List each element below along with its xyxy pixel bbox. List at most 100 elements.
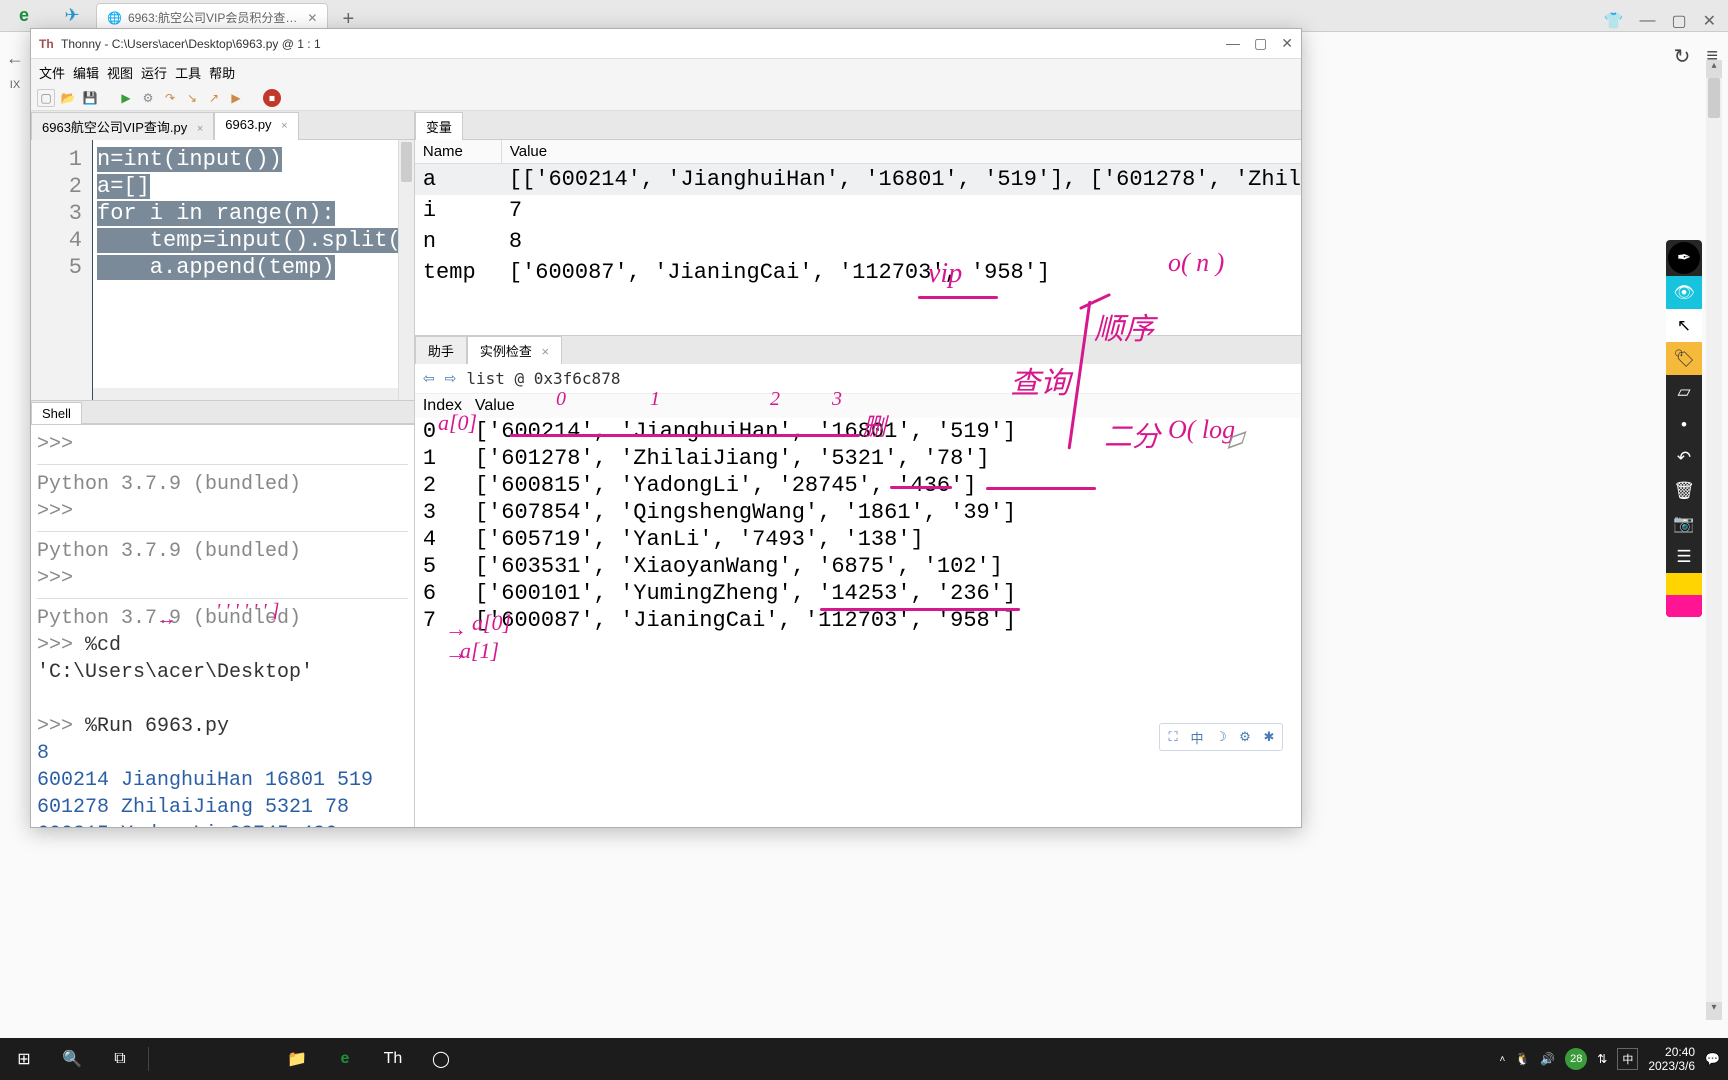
edge-icon[interactable]: e — [321, 1038, 369, 1080]
list-item[interactable]: 0['600214', 'JianghuiHan', '16801', '519… — [415, 418, 1301, 445]
menu-help[interactable]: 帮助 — [209, 63, 235, 82]
list-item[interactable]: 3['607854', 'QingshengWang', '1861', '39… — [415, 499, 1301, 526]
gear-icon[interactable]: ⚙ — [1236, 728, 1254, 746]
ime-icon[interactable]: 中 — [1617, 1048, 1638, 1070]
edge-home-icon[interactable]: e — [0, 0, 48, 31]
eraser-icon[interactable]: ▱ — [1666, 375, 1702, 408]
list-item[interactable]: 4['605719', 'YanLi', '7493', '138'] — [415, 526, 1301, 553]
tab-close-icon[interactable]: × — [542, 344, 550, 359]
inspect-toolbar: ⇦ ⇨ list @ 0x3f6c878 Data Attribu — [415, 364, 1301, 394]
fullscreen-icon[interactable]: ⛶ — [1164, 728, 1182, 746]
telegram-icon[interactable]: ✈ — [48, 0, 96, 31]
menu-file[interactable]: 文件 — [39, 63, 65, 82]
eye-icon[interactable]: 👁 — [1666, 276, 1702, 309]
debug-button[interactable]: ⚙ — [139, 89, 157, 107]
shell-output: 600815 YadongLi 28745 436 — [37, 821, 408, 827]
volume-icon[interactable]: 🔊 — [1540, 1052, 1555, 1066]
new-file-button[interactable]: ▢ — [37, 89, 55, 107]
list-item[interactable]: 6['600101', 'YumingZheng', '14253', '236… — [415, 580, 1301, 607]
explorer-icon[interactable]: 📁 — [273, 1038, 321, 1080]
tab-close-icon[interactable]: × — [281, 120, 287, 132]
lines-icon[interactable]: ☰ — [1666, 540, 1702, 573]
variables-table[interactable]: Name Value a [['600214', 'JianghuiHan', … — [415, 140, 1301, 335]
tray-up-icon[interactable]: ˄ — [1500, 1054, 1506, 1065]
undo-icon[interactable]: ↶ — [1666, 441, 1702, 474]
run-button[interactable]: ▶ — [117, 89, 135, 107]
thonny-minimize[interactable]: — — [1226, 35, 1240, 52]
network-icon[interactable]: ⇅ — [1597, 1052, 1607, 1066]
inspect-body[interactable]: 0['600214', 'JianghuiHan', '16801', '519… — [415, 418, 1301, 827]
list-item[interactable]: 2['600815', 'YadongLi', '28745', '436'] — [415, 472, 1301, 499]
thonny-titlebar[interactable]: Th Thonny - C:\Users\acer\Desktop\6963.p… — [31, 29, 1301, 59]
code-editor[interactable]: 12345 n=int(input()) a=[] for i in range… — [31, 140, 414, 400]
reload-icon[interactable]: ↻ — [1674, 44, 1691, 69]
object-address: list @ 0x3f6c878 — [466, 369, 620, 388]
thonny-window: Th Thonny - C:\Users\acer\Desktop\6963.p… — [30, 28, 1302, 828]
list-item[interactable]: 5['603531', 'XiaoyanWang', '6875', '102'… — [415, 553, 1301, 580]
back-icon[interactable]: ← — [6, 48, 24, 69]
var-row[interactable]: i 7 — [415, 195, 1301, 226]
col-value: Value — [467, 397, 1301, 415]
cursor-icon[interactable]: ↖ — [1666, 309, 1702, 342]
thonny-maximize[interactable]: ▢ — [1254, 35, 1267, 52]
list-item[interactable]: 1['601278', 'ZhilaiJiang', '5321', '78'] — [415, 445, 1301, 472]
editor-hscroll[interactable] — [93, 388, 398, 400]
thonny-close[interactable]: ✕ — [1281, 35, 1293, 52]
zh-icon[interactable]: 中 — [1188, 728, 1206, 746]
search-button[interactable]: 🔍 — [48, 1038, 96, 1080]
list-item[interactable]: 7['600087', 'JianingCai', '112703', '958… — [415, 607, 1301, 634]
star-icon[interactable]: ✱ — [1260, 728, 1278, 746]
step-out-button[interactable]: ↗ — [205, 89, 223, 107]
browser-tab-active[interactable]: 🌐 6963:航空公司VIP会员积分查… ✕ — [96, 3, 328, 31]
menu-run[interactable]: 运行 — [141, 63, 167, 82]
color-pink[interactable] — [1666, 595, 1702, 617]
task-view-button[interactable]: ⧉ — [96, 1038, 144, 1080]
clock[interactable]: 20:40 2023/3/6 — [1648, 1045, 1695, 1073]
save-file-button[interactable]: 💾 — [81, 89, 99, 107]
resume-button[interactable]: ▶ — [227, 89, 245, 107]
shell-tab[interactable]: Shell — [31, 402, 82, 424]
assistant-tab[interactable]: 助手 — [415, 336, 467, 364]
open-file-button[interactable]: 📂 — [59, 89, 77, 107]
inspect-forward[interactable]: ⇨ — [445, 370, 457, 387]
tab-close-icon[interactable]: × — [197, 123, 203, 135]
dot-icon[interactable]: • — [1666, 408, 1702, 441]
tshirt-icon[interactable]: 👕 — [1604, 11, 1624, 31]
editor-tab-1[interactable]: 6963.py × — [214, 112, 298, 140]
tag-icon[interactable]: 🏷 — [1666, 342, 1702, 375]
menu-edit[interactable]: 编辑 — [73, 63, 99, 82]
trash-icon[interactable]: 🗑 — [1666, 474, 1702, 507]
editor-tab-0[interactable]: 6963航空公司VIP查询.py × — [31, 112, 214, 140]
qq-icon[interactable]: 🐧 — [1515, 1052, 1530, 1066]
menu-view[interactable]: 视图 — [107, 63, 133, 82]
pen-icon[interactable]: ✒ — [1668, 242, 1700, 274]
color-yellow[interactable] — [1666, 573, 1702, 595]
window-maximize[interactable]: ▢ — [1671, 11, 1686, 31]
menu-tools[interactable]: 工具 — [175, 63, 201, 82]
tools-label[interactable]: IX — [10, 79, 20, 91]
var-row[interactable]: a [['600214', 'JianghuiHan', '16801', '5… — [415, 164, 1301, 195]
var-row[interactable]: n 8 — [415, 226, 1301, 257]
editor-vscroll[interactable] — [398, 140, 414, 400]
app-icon[interactable]: ◯ — [417, 1038, 465, 1080]
variables-tab[interactable]: 变量 — [415, 112, 463, 140]
step-in-button[interactable]: ↘ — [183, 89, 201, 107]
notification-icon[interactable]: 💬 — [1705, 1052, 1720, 1066]
start-button[interactable]: ⊞ — [0, 1038, 48, 1080]
stop-button[interactable]: ⏹ — [263, 89, 281, 107]
shell-body[interactable]: >>> Python 3.7.9 (bundled) >>> Python 3.… — [31, 424, 414, 827]
camera-icon[interactable]: 📷 — [1666, 507, 1702, 540]
date-badge[interactable]: 28 — [1565, 1048, 1587, 1070]
window-minimize[interactable]: — — [1639, 12, 1655, 30]
inspect-back[interactable]: ⇦ — [423, 370, 435, 387]
instance-inspect-tab[interactable]: 实例检查 × — [467, 336, 562, 364]
step-over-button[interactable]: ↷ — [161, 89, 179, 107]
thonny-taskbar-icon[interactable]: Th — [369, 1038, 417, 1080]
window-close[interactable]: ✕ — [1703, 11, 1716, 31]
page-scrollbar[interactable]: ▴ ▾ — [1706, 60, 1722, 1020]
code-body[interactable]: n=int(input()) a=[] for i in range(n): t… — [93, 140, 414, 400]
col-value: Value — [501, 140, 1301, 163]
var-row[interactable]: temp ['600087', 'JianingCai', '112703', … — [415, 257, 1301, 288]
tab-close-icon[interactable]: ✕ — [307, 11, 317, 25]
moon-icon[interactable]: ☽ — [1212, 728, 1230, 746]
